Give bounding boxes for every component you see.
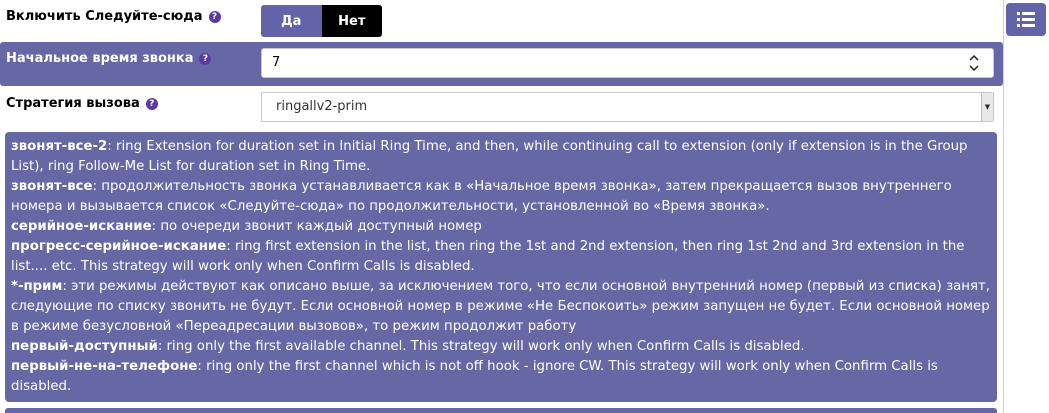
help-item-desc: : ring Extension for duration set in Ini… [11,139,968,174]
ring-strategy-help-panel: звонят-все-2: ring Extension for duratio… [5,132,997,402]
help-item-term: прогресс-серийное-искание [11,239,227,254]
help-circle-icon[interactable]: ? [199,53,212,65]
follow-me-row: Включить Следуйте-сюда? Да Нет [0,0,1003,40]
initial-ring-time-row: Начальное время звонка? 7 [0,42,1003,86]
toggle-yes-button[interactable]: Да [261,5,322,37]
spinner-arrows-icon[interactable] [969,53,979,76]
spinner-arrows-svg [969,54,979,72]
help-item-desc: : ring only the first available channel.… [157,339,805,354]
help-circle-icon[interactable]: ? [145,98,158,110]
follow-me-toggle[interactable]: Да Нет [261,5,382,37]
initial-ring-time-value: 7 [272,55,281,70]
ring-strategy-selected-value: ringallv2-prim [276,99,368,114]
dropdown-arrow-icon[interactable]: ▼ [981,93,993,121]
next-row-edge [5,408,997,413]
help-item-term: первый-не-на-телефоне [11,359,198,374]
initial-ring-time-input[interactable]: 7 [261,48,994,78]
help-item-desc: : эти режимы действуют как описано выше,… [11,279,990,334]
help-item-term: звонят-все-2 [11,139,108,154]
help-item-term: *-прим [11,279,63,294]
help-item: прогресс-серийное-искание: ring first ex… [11,237,991,277]
help-item: первый-доступный: ring only the first av… [11,337,991,357]
help-item-term: первый-доступный [11,339,158,354]
ring-strategy-select[interactable]: ringallv2-prim ▼ [261,92,994,122]
initial-ring-time-label-wrap: Начальное время звонка? [6,51,212,66]
ring-strategy-label-wrap: Стратегия вызова? [6,96,158,111]
follow-me-label-wrap: Включить Следуйте-сюда? [6,9,221,24]
help-item: *-прим: эти режимы действуют как описано… [11,277,991,337]
help-item: звонят-все-2: ring Extension for duratio… [11,137,991,177]
initial-ring-time-label: Начальное время звонка [6,51,194,66]
help-item-term: звонят-все [11,179,93,194]
help-item-term: серийное-искание [11,219,152,234]
help-item: серийное-искание: по очереди звонит кажд… [11,217,991,237]
follow-me-label: Включить Следуйте-сюда [6,9,203,24]
ring-strategy-row: Стратегия вызова? ringallv2-prim ▼ [0,88,1003,128]
help-item-desc: : по очереди звонит каждый доступный ном… [151,219,482,234]
toggle-no-button[interactable]: Нет [321,5,382,37]
help-item: первый-не-на-телефоне: ring only the fir… [11,357,991,397]
help-item-desc: : продолжительность звонка устанавливает… [11,179,952,214]
ring-strategy-label: Стратегия вызова [6,96,140,111]
help-circle-icon[interactable]: ? [208,11,221,23]
help-item: звонят-все: продолжительность звонка уст… [11,177,991,217]
list-icon [1017,12,1035,27]
frame-right-border [1003,0,1004,413]
list-menu-button[interactable] [1006,3,1046,36]
